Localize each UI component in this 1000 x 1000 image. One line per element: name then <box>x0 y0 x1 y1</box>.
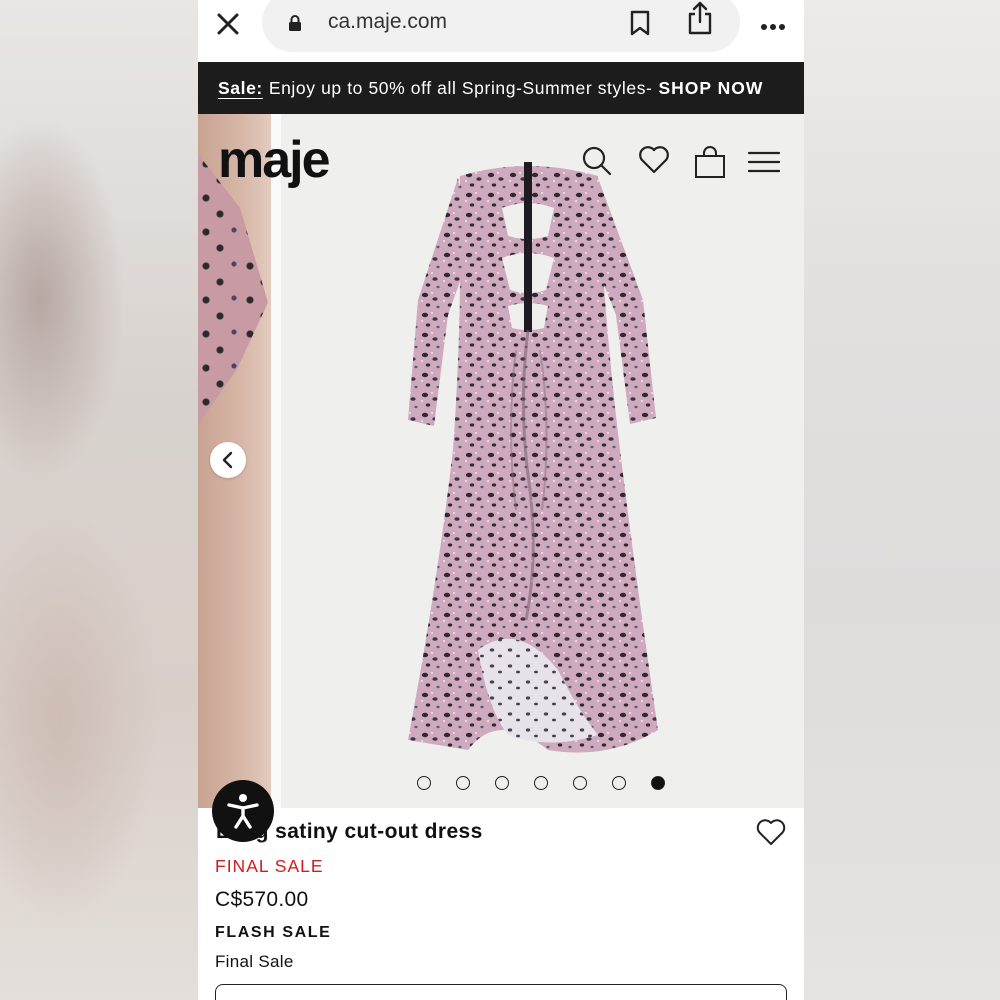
size-select-box[interactable] <box>215 984 787 1000</box>
close-icon[interactable] <box>214 10 242 38</box>
pagination-dot[interactable] <box>495 776 509 790</box>
pagination-dot[interactable] <box>612 776 626 790</box>
leopard-fabric-image <box>198 154 268 424</box>
flash-sale-label: FLASH SALE <box>215 924 332 941</box>
shop-now-link[interactable]: SHOP NOW <box>658 78 763 99</box>
maje-logo[interactable]: maje <box>218 130 331 190</box>
lock-icon <box>288 14 302 32</box>
sale-message: Enjoy up to 50% off all Spring-Summer st… <box>268 77 653 98</box>
address-bar[interactable]: ca.maje.com <box>262 0 740 52</box>
more-options-icon[interactable] <box>760 18 786 30</box>
gallery-pagination <box>417 776 677 792</box>
phone-screen: ca.maje.com Sale: Enjoy up to 50% off al… <box>198 0 804 1000</box>
browser-toolbar: ca.maje.com <box>198 0 804 62</box>
shopping-bag-icon[interactable] <box>694 146 726 183</box>
accessibility-button[interactable] <box>212 780 274 842</box>
sale-banner[interactable]: Sale: Enjoy up to 50% off all Spring-Sum… <box>198 62 804 114</box>
url-text: ca.maje.com <box>328 10 448 33</box>
final-sale-note: Final Sale <box>215 952 294 971</box>
background-blur-right <box>804 0 1000 1000</box>
pagination-dot-active[interactable] <box>651 776 665 790</box>
pagination-dot[interactable] <box>456 776 470 790</box>
final-sale-tag: FINAL SALE <box>215 856 324 876</box>
product-image-gallery[interactable]: maje <box>198 114 804 808</box>
share-icon[interactable] <box>686 0 714 36</box>
menu-icon[interactable] <box>747 150 781 179</box>
bookmark-icon[interactable] <box>628 10 652 36</box>
pagination-dot[interactable] <box>534 776 548 790</box>
dress-product-image <box>398 150 688 770</box>
accessibility-icon <box>227 794 259 829</box>
pagination-dot[interactable] <box>573 776 587 790</box>
previous-image-button[interactable] <box>210 442 246 478</box>
slide-divider <box>271 114 281 808</box>
sale-label: Sale: <box>218 77 263 98</box>
background-blur-left <box>0 0 198 1000</box>
chevron-left-icon <box>222 451 233 469</box>
pagination-dot[interactable] <box>417 776 431 790</box>
product-price: C$570.00 <box>215 888 309 911</box>
add-to-wishlist-heart-icon[interactable] <box>756 818 786 846</box>
